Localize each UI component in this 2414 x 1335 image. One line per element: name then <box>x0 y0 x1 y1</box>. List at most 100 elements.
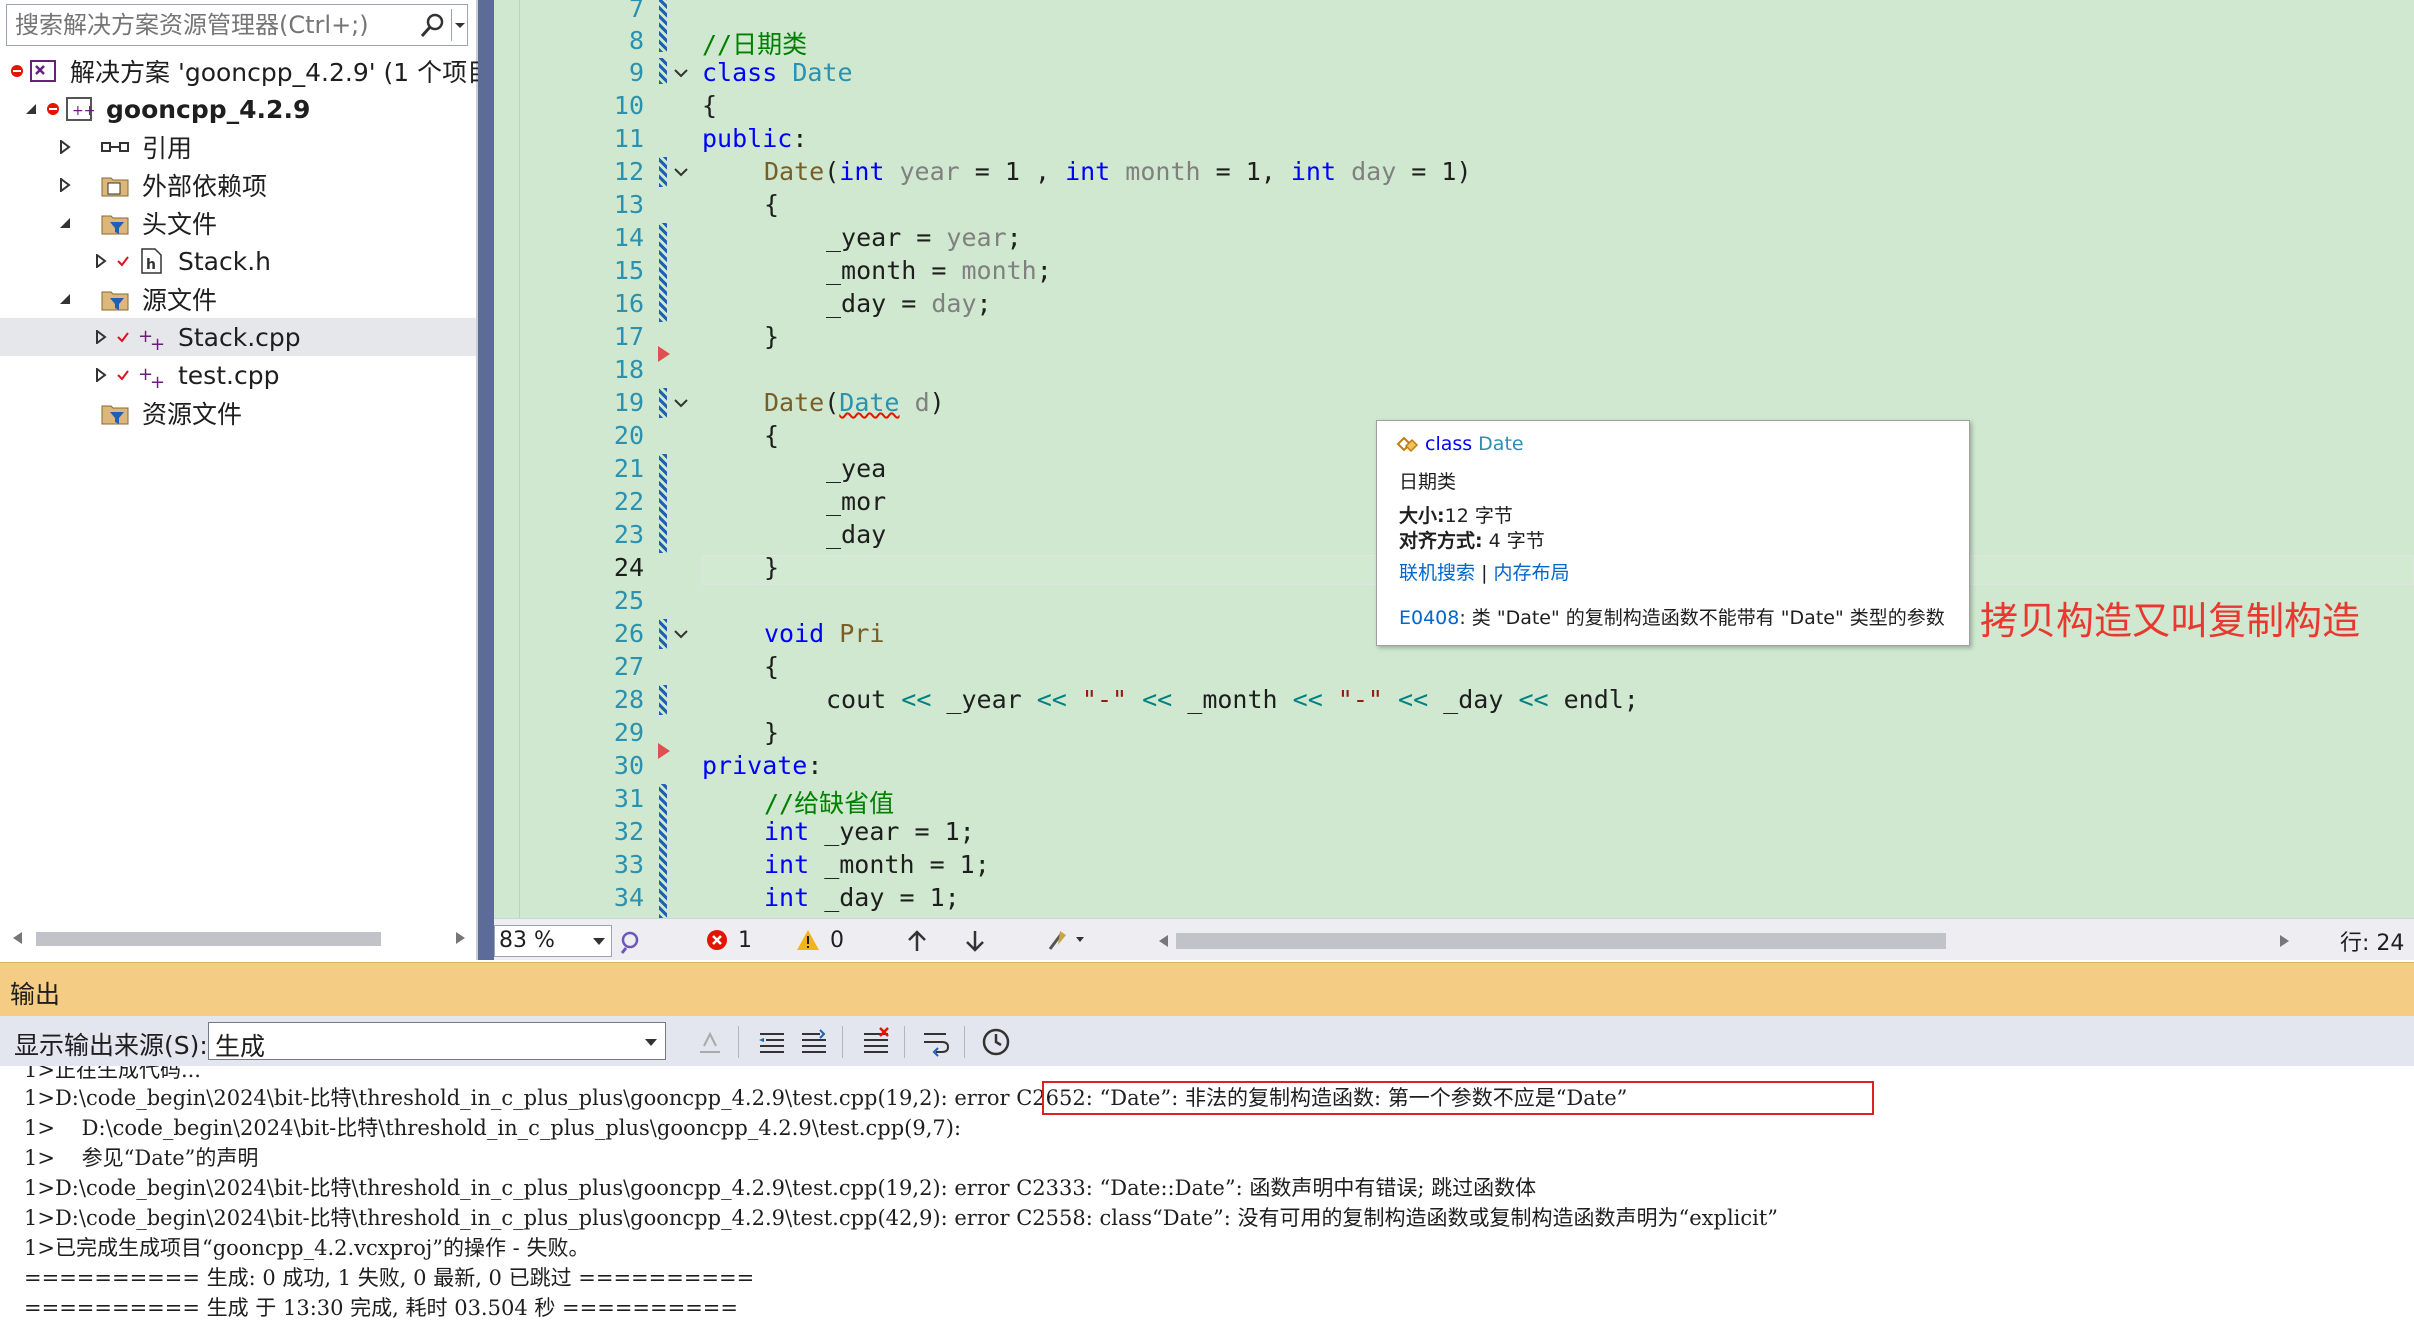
code-line[interactable]: { <box>764 652 779 681</box>
keyword: void <box>764 619 825 648</box>
panel-splitter[interactable] <box>478 0 494 960</box>
code-line[interactable]: private: <box>702 751 822 780</box>
cpp-project-icon: ++ <box>66 97 94 121</box>
tree-item-external-dependencies[interactable]: 外部依赖项 <box>0 166 476 204</box>
code-line[interactable]: //给缺省值 <box>764 784 894 820</box>
scroll-left-icon[interactable] <box>1156 933 1170 949</box>
clear-all-icon[interactable] <box>860 1026 892 1058</box>
code-line[interactable]: Date(int year = 1 , int month = 1, int d… <box>764 157 1472 186</box>
tree-item-resource-files[interactable]: 资源文件 <box>0 394 476 432</box>
code-line[interactable]: _yea <box>826 454 886 483</box>
code-line[interactable]: int _month = 1; <box>764 850 990 879</box>
code-line[interactable]: } <box>764 718 779 747</box>
code-line[interactable]: _day = day; <box>826 289 992 318</box>
param: month <box>1125 157 1201 186</box>
collapse-icon[interactable] <box>670 623 692 645</box>
tree-item-solution[interactable]: 解决方案 'gooncpp_4.2.9' (1 个项目, <box>0 52 500 90</box>
error-count-value: 1 <box>738 927 752 953</box>
zoom-dropdown[interactable]: 83 % <box>494 925 612 957</box>
solution-search-input[interactable] <box>15 9 405 41</box>
code-health-icon[interactable] <box>618 929 644 955</box>
checkmark-icon <box>117 256 129 267</box>
tooltip-description: 日期类 <box>1399 471 1457 493</box>
keyword: int <box>839 157 885 186</box>
tree-item-source-files[interactable]: 源文件 <box>0 280 476 318</box>
code-line[interactable]: int _year = 1; <box>764 817 975 846</box>
tree-item-header-files[interactable]: 头文件 <box>0 204 476 242</box>
previous-message-icon[interactable] <box>756 1026 788 1058</box>
tree-item-stack-h[interactable]: h Stack.h <box>0 242 476 280</box>
output-source-value: 生成 <box>215 1032 266 1061</box>
warning-count[interactable]: 0 <box>796 925 844 955</box>
expanded-arrow-icon[interactable] <box>58 216 72 230</box>
collapse-icon[interactable] <box>670 161 692 183</box>
search-options-dropdown[interactable] <box>451 9 467 41</box>
online-search-link[interactable]: 联机搜索 <box>1399 562 1475 584</box>
scroll-left-icon[interactable] <box>10 930 24 946</box>
code-cleanup-icon[interactable] <box>1046 927 1086 953</box>
code-line[interactable]: //日期类 <box>702 25 807 61</box>
tree-item-stack-cpp[interactable]: + + Stack.cpp <box>0 318 476 356</box>
output-panel-title-bar[interactable]: 输出 <box>0 962 2414 1016</box>
code-text: _month = 1; <box>809 850 990 879</box>
find-message-icon[interactable] <box>694 1026 726 1058</box>
line-number: 23 <box>613 520 644 549</box>
next-message-icon[interactable] <box>798 1026 830 1058</box>
change-marker <box>659 619 667 649</box>
code-line[interactable]: public: <box>702 124 807 153</box>
collapsed-arrow-icon[interactable] <box>58 140 72 154</box>
tooltip-align-value: 4 字节 <box>1482 530 1545 552</box>
scroll-right-icon[interactable] <box>2278 933 2292 949</box>
code-editor[interactable]: 7 8 9 10 11 12 13 14 15 16 17 18 19 20 2… <box>494 0 2414 918</box>
expanded-arrow-icon[interactable] <box>58 292 72 306</box>
collapsed-arrow-icon[interactable] <box>94 368 108 382</box>
scroll-right-icon[interactable] <box>454 930 468 946</box>
solution-search-box[interactable] <box>6 4 468 46</box>
arrow-up-icon[interactable] <box>906 929 928 953</box>
tree-item-project[interactable]: ++ gooncpp_4.2.9 <box>0 90 476 128</box>
collapsed-arrow-icon[interactable] <box>58 178 72 192</box>
code-line[interactable]: class Date <box>702 58 853 87</box>
scroll-thumb[interactable] <box>1176 933 1946 949</box>
code-line[interactable]: Date(Date d) <box>764 388 945 417</box>
solution-horizontal-scrollbar[interactable] <box>6 924 470 952</box>
code-line[interactable]: { <box>702 91 717 120</box>
expanded-arrow-icon[interactable] <box>24 102 38 116</box>
tooltip-type: Date <box>1478 433 1524 455</box>
code-line[interactable]: int _day = 1; <box>764 883 960 912</box>
code-line[interactable]: _mor <box>826 487 886 516</box>
arrow-down-icon[interactable] <box>964 929 986 953</box>
collapse-icon[interactable] <box>670 392 692 414</box>
tooltip-size-label: 大小: <box>1399 505 1445 527</box>
word-wrap-icon[interactable] <box>920 1026 952 1058</box>
output-source-select[interactable]: 生成 <box>208 1022 666 1061</box>
code-line[interactable]: void Pri <box>764 619 884 648</box>
code-line[interactable]: { <box>764 190 779 219</box>
code-text: ; <box>1036 256 1052 285</box>
code-line[interactable]: { <box>764 421 779 450</box>
memory-layout-link[interactable]: 内存布局 <box>1494 562 1570 584</box>
code-text: _year = <box>826 223 947 252</box>
code-line[interactable]: } <box>764 322 779 351</box>
tree-item-references[interactable]: 引用 <box>0 128 476 166</box>
code-line[interactable]: _day <box>826 520 886 549</box>
code-line[interactable]: _year = year; <box>826 223 1022 252</box>
code-line[interactable]: _month = month; <box>826 256 1052 285</box>
scroll-thumb[interactable] <box>36 932 381 946</box>
tree-item-label: 外部依赖项 <box>142 172 268 201</box>
output-toolbar: 显示输出来源(S): 生成 <box>0 1016 2414 1066</box>
function-name: Date <box>764 388 825 417</box>
editor-horizontal-scrollbar[interactable] <box>1156 931 2292 951</box>
search-icon[interactable] <box>417 11 447 41</box>
clock-icon[interactable] <box>980 1026 1012 1058</box>
error-count[interactable]: 1 <box>706 925 752 955</box>
error-code-link[interactable]: E0408 <box>1399 607 1459 629</box>
line-number: 33 <box>613 850 644 879</box>
collapse-icon[interactable] <box>670 62 692 84</box>
tree-item-label: 引用 <box>142 134 193 163</box>
code-line[interactable]: cout << _year << "-" << _month << "-" <<… <box>826 685 1639 714</box>
collapsed-arrow-icon[interactable] <box>94 254 108 268</box>
code-line[interactable]: } <box>764 553 779 582</box>
collapsed-arrow-icon[interactable] <box>94 330 108 344</box>
tree-item-test-cpp[interactable]: + + test.cpp <box>0 356 476 394</box>
